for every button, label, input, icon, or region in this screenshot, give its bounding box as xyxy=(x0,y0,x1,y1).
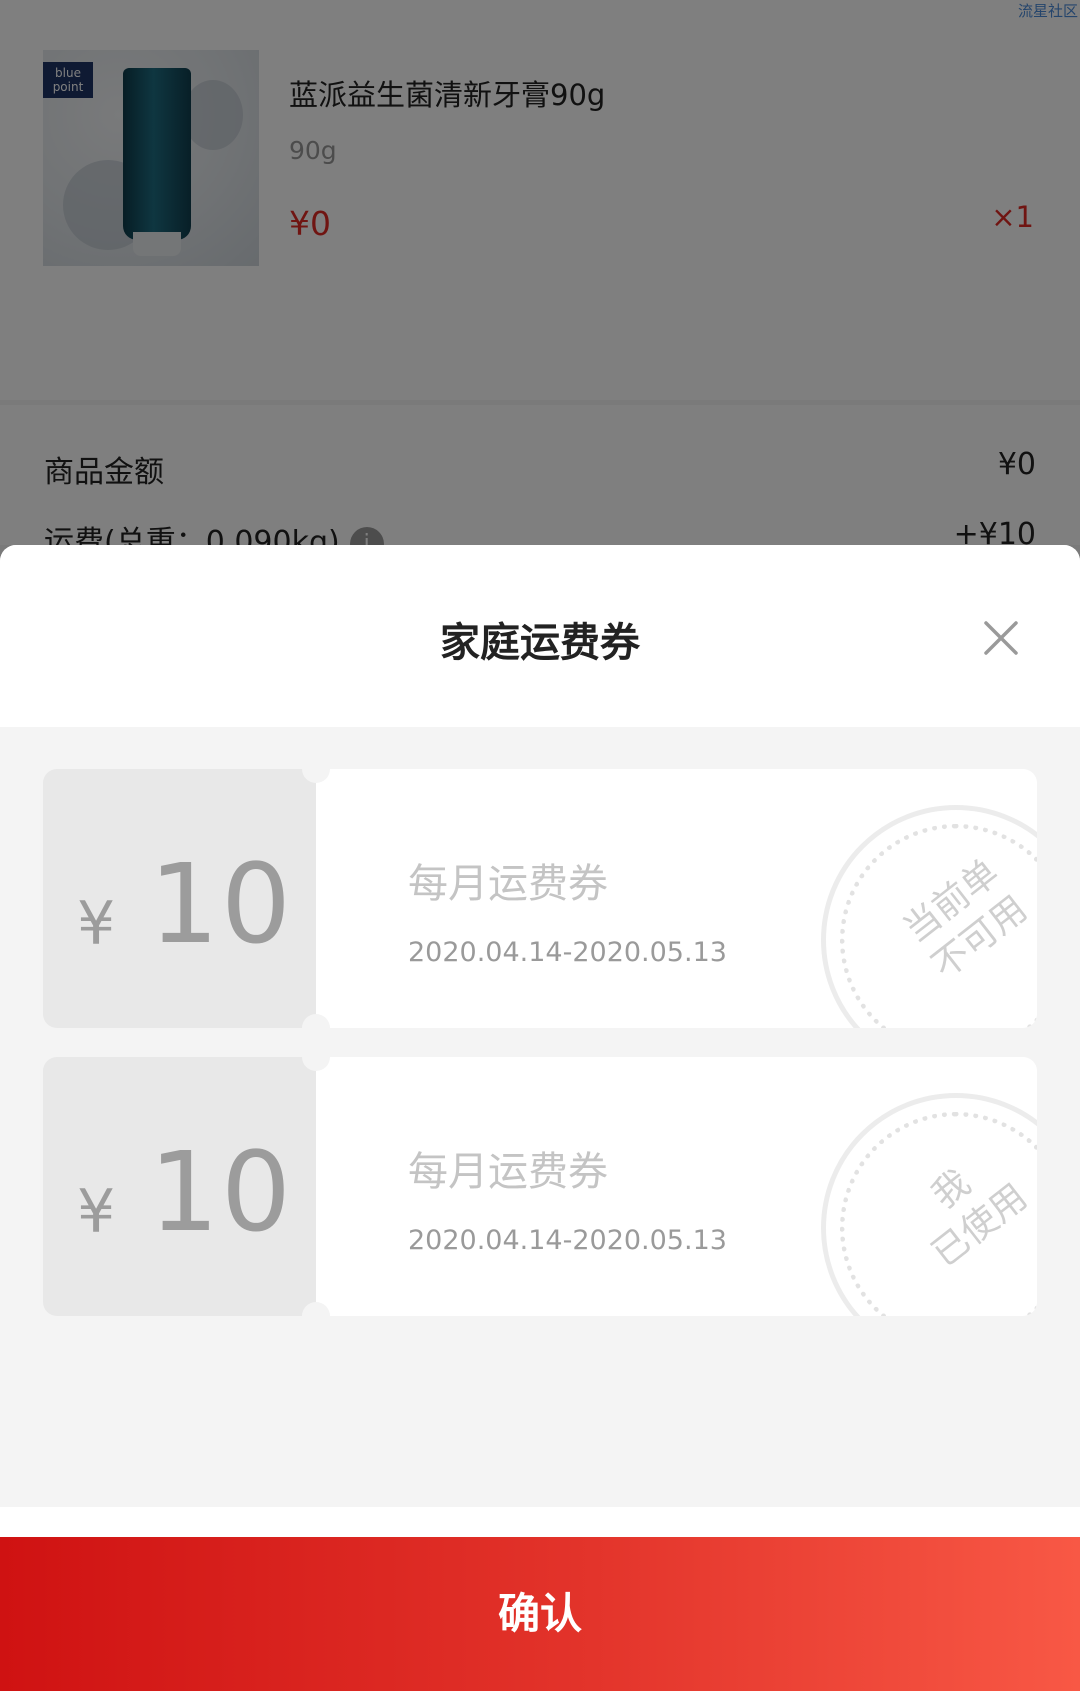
close-button[interactable] xyxy=(980,617,1022,659)
sheet-title: 家庭运费券 xyxy=(440,620,640,666)
coupon-validity: 2020.04.14-2020.05.13 xyxy=(408,1225,727,1256)
coupon-notch xyxy=(302,755,330,783)
coupon-currency: ¥ xyxy=(77,889,116,959)
coupon-value-panel: ¥ 10 xyxy=(43,1057,316,1316)
coupon-notch xyxy=(302,1043,330,1071)
close-icon xyxy=(984,621,1018,655)
unavailable-stamp: 当前单 不可用 xyxy=(821,805,1037,1028)
used-stamp: 我 已使用 xyxy=(821,1093,1037,1316)
coupon-title: 每月运费券 xyxy=(408,1149,608,1195)
coupon-currency: ¥ xyxy=(77,1177,116,1247)
coupon-card[interactable]: ¥ 10 每月运费券 2020.04.14-2020.05.13 当前单 不可用 xyxy=(43,755,1037,1042)
coupon-amount: 10 xyxy=(149,840,293,968)
coupon-value-panel: ¥ 10 xyxy=(43,769,316,1028)
coupon-notch xyxy=(302,1014,330,1042)
coupon-title: 每月运费券 xyxy=(408,861,608,907)
coupon-card[interactable]: ¥ 10 每月运费券 2020.04.14-2020.05.13 我 已使用 xyxy=(43,1043,1037,1330)
coupon-amount: 10 xyxy=(149,1128,293,1256)
order-page: 流星社区 blue point 蓝派益生菌清新牙膏90g 90g ¥0 ×1 商… xyxy=(0,0,1080,1691)
sheet-header: 家庭运费券 xyxy=(0,545,1080,727)
button-spacer xyxy=(0,1507,1080,1537)
confirm-button[interactable]: 确认 xyxy=(0,1537,1080,1691)
coupon-info-panel: 每月运费券 2020.04.14-2020.05.13 我 已使用 xyxy=(316,1057,1037,1316)
coupon-notch xyxy=(302,1302,330,1330)
coupon-validity: 2020.04.14-2020.05.13 xyxy=(408,937,727,968)
coupon-info-panel: 每月运费券 2020.04.14-2020.05.13 当前单 不可用 xyxy=(316,769,1037,1028)
